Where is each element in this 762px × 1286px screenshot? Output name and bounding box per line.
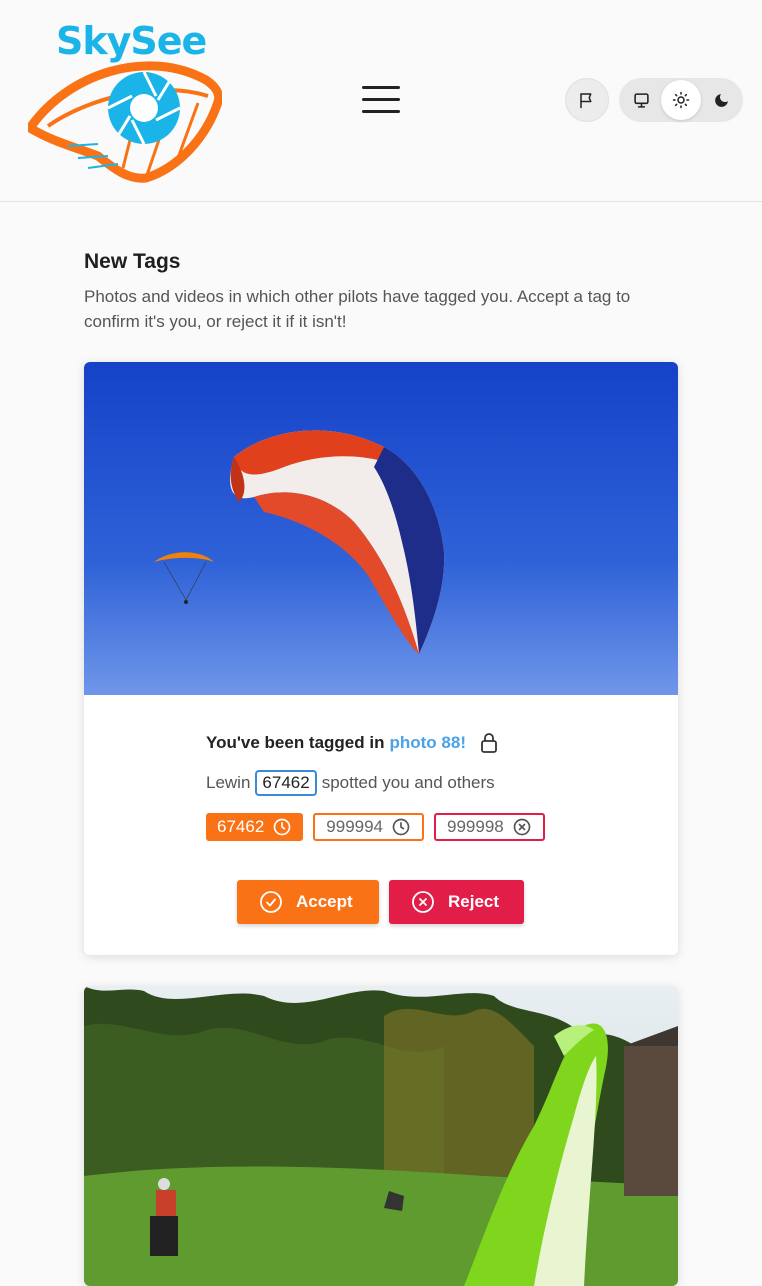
accept-label: Accept: [296, 892, 353, 911]
hamburger-icon-bar: [362, 110, 400, 113]
page-subtitle: Photos and videos in which other pilots …: [84, 287, 631, 331]
spotted-suffix: spotted you and others: [321, 773, 495, 792]
tagged-heading: You've been tagged in photo 88!: [206, 732, 566, 754]
flag-icon: [580, 93, 592, 109]
page-heading: New Tags Photos and videos in which othe…: [84, 250, 678, 334]
tag-card: You've been tagged in photo 88! Lewin 67…: [84, 362, 678, 955]
site-header: SkySee: [0, 0, 762, 202]
spotted-line: Lewin 67462 spotted you and others: [206, 770, 566, 796]
tag-details: You've been tagged in photo 88! Lewin 67…: [206, 732, 566, 841]
check-circle-icon: [260, 891, 282, 913]
pilot-chip-label: 999994: [326, 817, 384, 836]
moon-icon: [714, 93, 728, 107]
pilot-chip[interactable]: 999994: [313, 813, 425, 841]
theme-system-button[interactable]: [621, 80, 661, 120]
reject-label: Reject: [448, 892, 500, 911]
tagged-photo[interactable]: [84, 986, 678, 1286]
pilot-chip[interactable]: 67462: [206, 813, 304, 841]
pilot-chip[interactable]: 999998: [434, 813, 545, 841]
photo-link[interactable]: photo 88!: [389, 733, 466, 753]
x-circle-icon: [412, 891, 434, 913]
x-circle-icon: [513, 818, 531, 836]
reject-button[interactable]: Reject: [389, 880, 524, 924]
tag-actions: Accept Reject: [237, 880, 524, 924]
theme-switcher: [619, 78, 743, 122]
skysee-logo[interactable]: SkySee: [25, 18, 224, 184]
lock-icon: [481, 733, 497, 753]
report-button[interactable]: [565, 78, 609, 122]
clock-icon: [273, 818, 291, 836]
svg-text:SkySee: SkySee: [56, 19, 206, 63]
accept-button[interactable]: Accept: [237, 880, 379, 924]
hamburger-icon-bar: [362, 86, 400, 89]
menu-button[interactable]: [360, 84, 404, 116]
pilot-chip-label: 999998: [447, 817, 504, 836]
tagged-prefix: You've been tagged in: [206, 733, 385, 752]
tagged-photo[interactable]: [84, 362, 678, 695]
theme-light-button[interactable]: [661, 80, 701, 120]
clock-icon: [392, 818, 410, 836]
tag-card: [84, 986, 678, 1286]
monitor-icon: [633, 92, 649, 108]
theme-dark-button[interactable]: [701, 80, 741, 120]
spotter-name: Lewin: [206, 773, 251, 792]
pilot-chip-label: 67462: [217, 817, 265, 836]
tagged-pilots: 67462 999994 999998: [206, 813, 566, 841]
sun-icon: [672, 91, 690, 109]
hamburger-icon-bar: [362, 98, 400, 101]
page-title: New Tags: [84, 250, 181, 273]
spotter-id-badge[interactable]: 67462: [255, 770, 317, 796]
